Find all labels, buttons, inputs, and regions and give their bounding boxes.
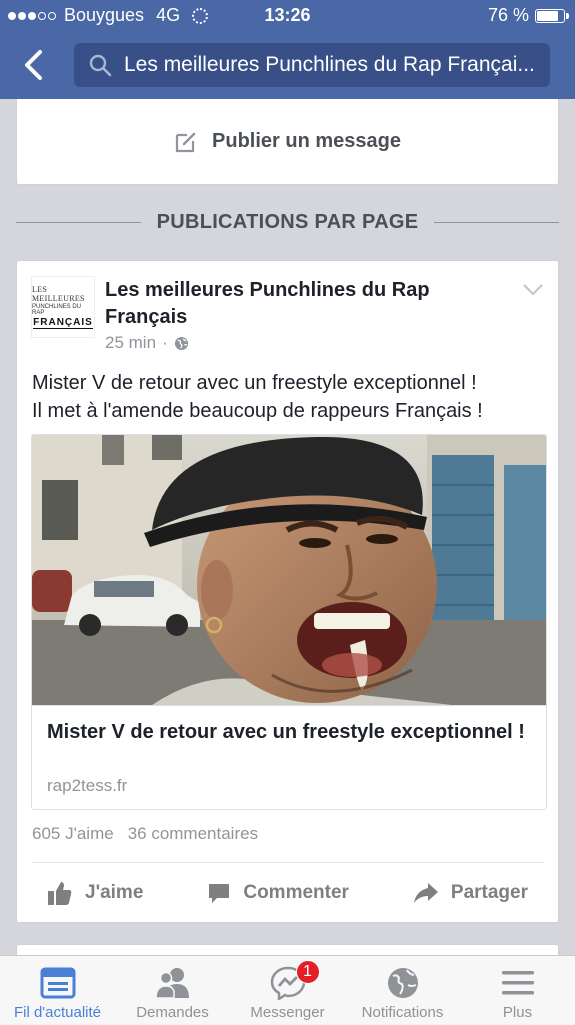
tab-label: Notifications bbox=[361, 1004, 444, 1021]
battery-icon bbox=[535, 8, 569, 23]
comment-label: Commenter bbox=[243, 882, 349, 903]
messenger-icon-wrap: 1 bbox=[270, 960, 320, 1002]
like-button[interactable]: J'aime bbox=[47, 880, 143, 906]
post-card: LES MEILLEURES PUNCHLINES DU RAP FRANÇAI… bbox=[16, 260, 559, 923]
section-header: PUBLICATIONS PAR PAGE bbox=[16, 205, 559, 239]
tab-label: Demandes bbox=[136, 1004, 209, 1021]
divider-line bbox=[434, 221, 559, 223]
section-title: PUBLICATIONS PAR PAGE bbox=[156, 210, 419, 233]
likes-count[interactable]: 605 J'aime bbox=[32, 824, 114, 844]
top-bar: Bouygues 4G 13:26 76 % Les meilleures Pu… bbox=[0, 0, 575, 99]
edit-icon bbox=[175, 132, 196, 152]
chevron-down-icon[interactable] bbox=[522, 283, 544, 297]
tab-notifications[interactable]: Notifications bbox=[345, 956, 460, 1025]
comments-count[interactable]: 36 commentaires bbox=[128, 824, 258, 844]
news-feed-icon bbox=[40, 967, 75, 999]
back-button[interactable] bbox=[18, 48, 52, 82]
post-actions: J'aime Commenter Partager bbox=[17, 864, 558, 922]
post-text: Mister V de retour avec un freestyle exc… bbox=[32, 369, 542, 425]
globe-icon bbox=[174, 336, 188, 350]
tab-label: Fil d'actualité bbox=[13, 1004, 102, 1021]
search-field[interactable]: Les meilleures Punchlines du Rap Françai… bbox=[74, 43, 550, 87]
back-chevron-icon bbox=[25, 50, 42, 80]
link-preview-image bbox=[32, 435, 546, 705]
logo-text-line1: LES MEILLEURES bbox=[32, 285, 85, 303]
page-avatar[interactable]: LES MEILLEURES PUNCHLINES DU RAP FRANÇAI… bbox=[31, 276, 95, 338]
reaction-counts: 605 J'aime 36 commentaires bbox=[32, 824, 258, 844]
link-title: Mister V de retour avec un freestyle exc… bbox=[47, 721, 525, 743]
search-text: Les meilleures Punchlines du Rap Françai… bbox=[124, 53, 535, 76]
menu-icon bbox=[501, 971, 534, 995]
tab-news-feed[interactable]: Fil d'actualité bbox=[0, 956, 115, 1025]
battery-percent: 76 % bbox=[487, 5, 529, 25]
status-right: 76 % bbox=[487, 5, 569, 26]
status-bar: Bouygues 4G 13:26 76 % bbox=[0, 0, 575, 32]
publish-message-label: Publier un message bbox=[212, 130, 401, 152]
divider-line bbox=[16, 221, 141, 223]
thumbs-up-icon bbox=[48, 882, 72, 905]
link-info: Mister V de retour avec un freestyle exc… bbox=[32, 705, 546, 809]
tab-messenger[interactable]: 1 Messenger bbox=[230, 956, 345, 1025]
logo-text-line2: PUNCHLINES DU RAP bbox=[32, 304, 82, 316]
share-button[interactable]: Partager bbox=[413, 881, 528, 905]
publish-message-button[interactable]: Publier un message bbox=[16, 99, 559, 185]
post-text-line1: Mister V de retour avec un freestyle exc… bbox=[32, 372, 477, 394]
link-domain: rap2tess.fr bbox=[47, 776, 128, 795]
comment-button[interactable]: Commenter bbox=[207, 881, 349, 905]
tab-bar: Fil d'actualité Demandes 1 Messenger Not… bbox=[0, 955, 575, 1025]
tab-label: Messenger bbox=[250, 1004, 325, 1021]
tab-more[interactable]: Plus bbox=[460, 956, 575, 1025]
page-name-link[interactable]: Les meilleures Punchlines du Rap Françai… bbox=[105, 277, 485, 331]
search-icon bbox=[89, 54, 112, 77]
share-label: Partager bbox=[450, 882, 528, 903]
divider bbox=[32, 862, 544, 863]
tab-label: Plus bbox=[502, 1004, 533, 1021]
link-preview[interactable]: Mister V de retour avec un freestyle exc… bbox=[31, 434, 547, 810]
logo-text-line3: FRANÇAIS bbox=[33, 317, 93, 329]
share-icon bbox=[413, 883, 438, 903]
friend-requests-icon bbox=[154, 968, 189, 999]
post-text-line2: Il met à l'amende beaucoup de rappeurs F… bbox=[32, 400, 483, 422]
tab-requests[interactable]: Demandes bbox=[115, 956, 230, 1025]
post-timestamp[interactable]: 25 min bbox=[105, 333, 156, 353]
globe-notifications-icon bbox=[387, 968, 418, 998]
like-label: J'aime bbox=[85, 882, 144, 903]
meta-separator: · bbox=[162, 333, 168, 352]
comment-icon bbox=[209, 884, 230, 903]
messenger-badge: 1 bbox=[295, 960, 320, 984]
post-meta: 25 min · bbox=[105, 333, 189, 353]
